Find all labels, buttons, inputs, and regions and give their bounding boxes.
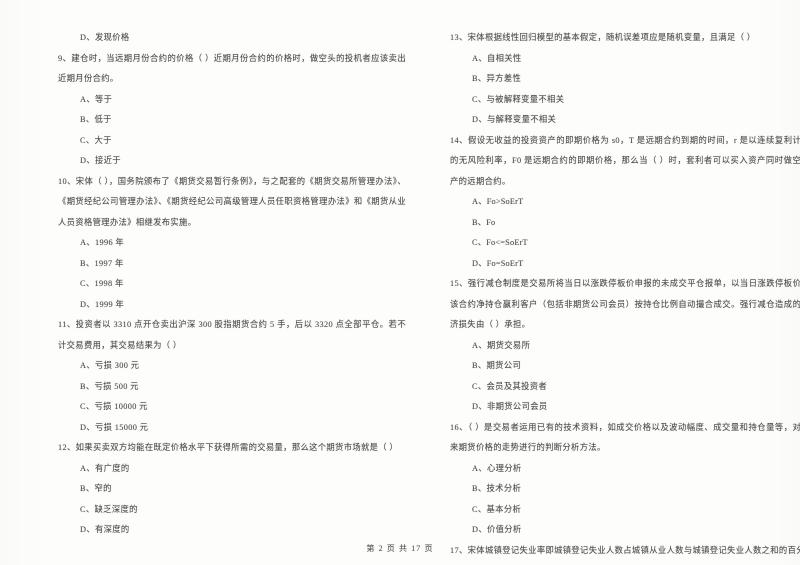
option-9-d: D、接近于 [80,156,121,165]
option-13-a: A、自相关性 [472,53,522,63]
left-text-column: D、发现价格 9、建仓时，当远期月份合约的价格（ ）近期月份合约的价格时，做空头… [0,28,406,561]
page-footer: 第 2 页 共 17 页 [366,544,434,553]
option-13-c: C、与被解释变量不相关 [472,94,565,104]
option-15-a: A、期货交易所 [472,340,531,350]
option-10-c: C、1998 年 [80,279,124,288]
option-12-b: B、窄的 [80,484,112,493]
question-stem-11: 11、投资者以 3310 点开仓卖出沪深 300 股指期货合约 5 手，后以 3… [58,320,406,350]
option-11-b: B、亏损 500 元 [80,381,139,391]
option-14-a: A、Fo>SoErT [472,197,524,206]
question-stem-12: 12、如果买卖双方均能在既定价格水平下获得所需的交易量，那么这个期货市场就是（ … [58,443,399,452]
option-10-a: A、1996 年 [80,238,125,247]
option-9-c: C、大于 [80,135,112,145]
orphan-option-d: D、发现价格 [80,33,130,42]
question-stem-15: 15、强行减仓制度是交易所将当日以涨跌停板价申报的未成交平仓报单，以当日涨跌停板… [450,279,800,329]
option-14-d: D、Fo=SoErT [472,258,524,268]
two-column-layout: D、发现价格 9、建仓时，当远期月份合约的价格（ ）近期月份合约的价格时，做空头… [0,28,800,561]
option-16-d: D、价值分析 [472,525,522,534]
option-10-d: D、1999 年 [80,299,125,309]
option-9-b: B、低于 [80,115,112,124]
option-12-c: C、缺乏深度的 [80,504,138,514]
option-9-a: A、等于 [80,94,113,104]
option-15-d: D、非期货公司会员 [472,402,548,411]
exam-page: D、发现价格 9、建仓时，当远期月份合约的价格（ ）近期月份合约的价格时，做空头… [0,0,800,565]
option-12-a: A、有广度的 [80,463,130,473]
right-text-column: 13、宋体根据线性回归模型的基本假定，随机误差项应是随机变量，且满足（ ） A、… [400,28,800,561]
option-14-b: B、Fo [472,217,496,227]
option-15-c: C、会员及其投资者 [472,381,548,391]
option-14-c: C、Fo<=SoErT [472,238,528,247]
option-16-c: C、基本分析 [472,504,522,514]
option-16-b: B、技术分析 [472,484,522,493]
question-stem-13: 13、宋体根据线性回归模型的基本假定，随机误差项应是随机变量，且满足（ ） [450,33,756,42]
option-11-d: D、亏损 15000 元 [80,422,149,432]
option-13-b: B、异方差性 [472,74,522,83]
question-stem-10: 10、宋体（ ），国务院颁布了《期货交易暂行条例》，与之配套的《期货交易所管理办… [58,176,406,227]
option-11-a: A、亏损 300 元 [80,361,140,370]
option-13-d: D、与解释变量不相关 [472,115,557,124]
question-stem-16: 16、（ ）是交易者运用已有的技术资料，如成交价格以及波动幅度、成交量和持仓量等… [450,422,800,453]
option-12-d: D、有深度的 [80,525,130,534]
option-11-c: C、亏损 10000 元 [80,402,148,411]
option-15-b: B、期货公司 [472,361,522,370]
option-10-b: B、1997 年 [80,258,124,268]
question-stem-9: 9、建仓时，当远期月份合约的价格（ ）近期月份合约的价格时，做空头的投机者应该卖… [58,53,406,84]
question-stem-14: 14、假设无收益的投资资产的即期价格为 s0，T 是远期合约到期的时间，r 是以… [450,135,800,186]
option-16-a: A、心理分析 [472,463,522,473]
